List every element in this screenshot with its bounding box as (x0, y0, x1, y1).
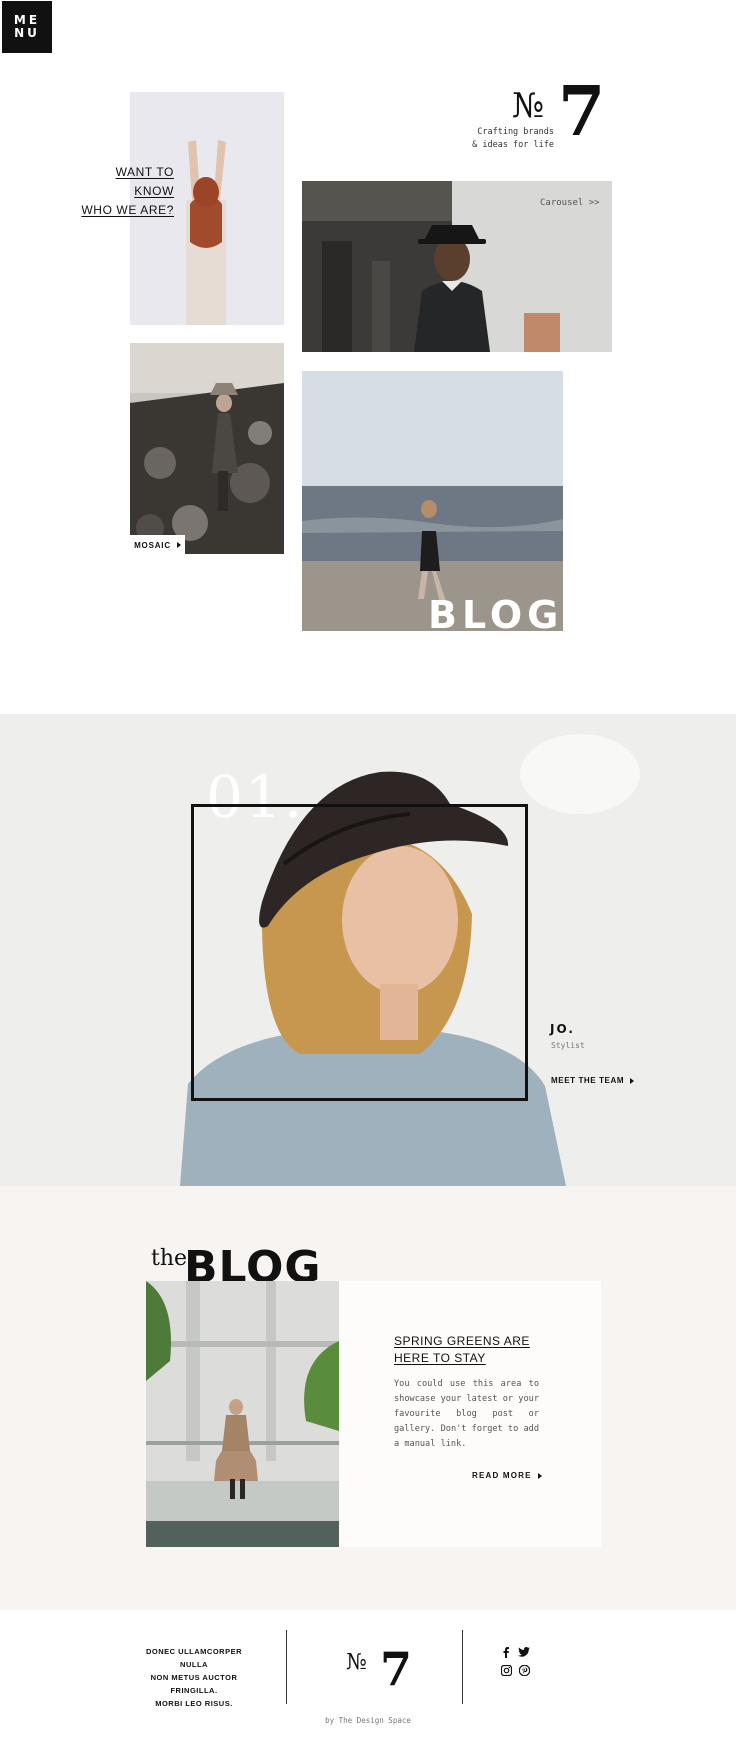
photo-woman-rocks (130, 343, 284, 554)
arrow-right-icon (630, 1077, 635, 1084)
footer-text: DONEC ULLAMCORPER NULLA NON METUS AUCTOR… (134, 1645, 254, 1710)
team-photo-frame (191, 804, 528, 1101)
blog-post-excerpt: You could use this area to showcase your… (394, 1379, 539, 1449)
meet-the-team-link[interactable]: MEET THE TEAM (551, 1076, 635, 1085)
menu-button[interactable]: ME NU (2, 1, 52, 53)
menu-label-line2: NU (14, 26, 40, 40)
carousel-link[interactable]: Carousel >> (540, 198, 600, 208)
read-more-link[interactable]: READ MORE (472, 1471, 542, 1480)
about-link-line1: WANT TO KNOW (115, 165, 174, 198)
blog-post-title-line1: SPRING GREENS ARE (394, 1334, 530, 1348)
arrow-right-icon (537, 1472, 542, 1479)
about-link[interactable]: WANT TO KNOW WHO WE ARE? (80, 163, 174, 220)
logo-number: 7 (558, 72, 606, 152)
footer-logo[interactable]: № 7 (344, 1642, 414, 1698)
blog-post-title-line2: HERE TO STAY (394, 1351, 486, 1365)
facebook-icon[interactable] (499, 1645, 513, 1659)
footer-credit: by The Design Space (0, 1716, 736, 1725)
logo-numero: № (512, 86, 545, 126)
instagram-icon[interactable] (499, 1663, 513, 1677)
team-member-name: JO. (550, 1022, 575, 1036)
tagline-line1: Crafting brands (477, 127, 554, 137)
pinterest-icon[interactable] (517, 1663, 531, 1677)
footer-logo-number: 7 (380, 1642, 413, 1696)
twitter-icon[interactable] (517, 1645, 531, 1659)
footer-divider (286, 1630, 287, 1704)
footer-credit-text[interactable]: by The Design Space (325, 1716, 411, 1725)
footer-logo-numero: № (346, 1650, 367, 1675)
team-member-role: Stylist (551, 1041, 585, 1050)
read-more-label: READ MORE (472, 1471, 532, 1480)
meet-the-team-label: MEET THE TEAM (551, 1076, 625, 1085)
photo-beach (302, 371, 563, 631)
about-link-line2: WHO WE ARE? (81, 203, 174, 217)
blog-post-title[interactable]: SPRING GREENS ARE HERE TO STAY (394, 1333, 544, 1367)
footer-text-line1: DONEC ULLAMCORPER NULLA (146, 1647, 242, 1669)
footer-text-line3: MORBI LEO RISUS. (155, 1699, 233, 1708)
blog-overlay-title[interactable]: BLOG (428, 596, 563, 634)
blog-heading-small: the (151, 1246, 188, 1271)
brand-tagline: Crafting brands & ideas for life (470, 126, 554, 152)
mosaic-link[interactable]: MOSAIC (130, 535, 185, 555)
mosaic-label: MOSAIC (134, 540, 171, 550)
social-links (499, 1645, 535, 1677)
tagline-line2: & ideas for life (472, 140, 554, 150)
footer-text-line2: NON METUS AUCTOR FRINGILLA. (150, 1673, 238, 1695)
photo-blog-post[interactable] (146, 1281, 339, 1547)
arrow-right-icon (176, 542, 181, 548)
footer-divider (462, 1630, 463, 1704)
